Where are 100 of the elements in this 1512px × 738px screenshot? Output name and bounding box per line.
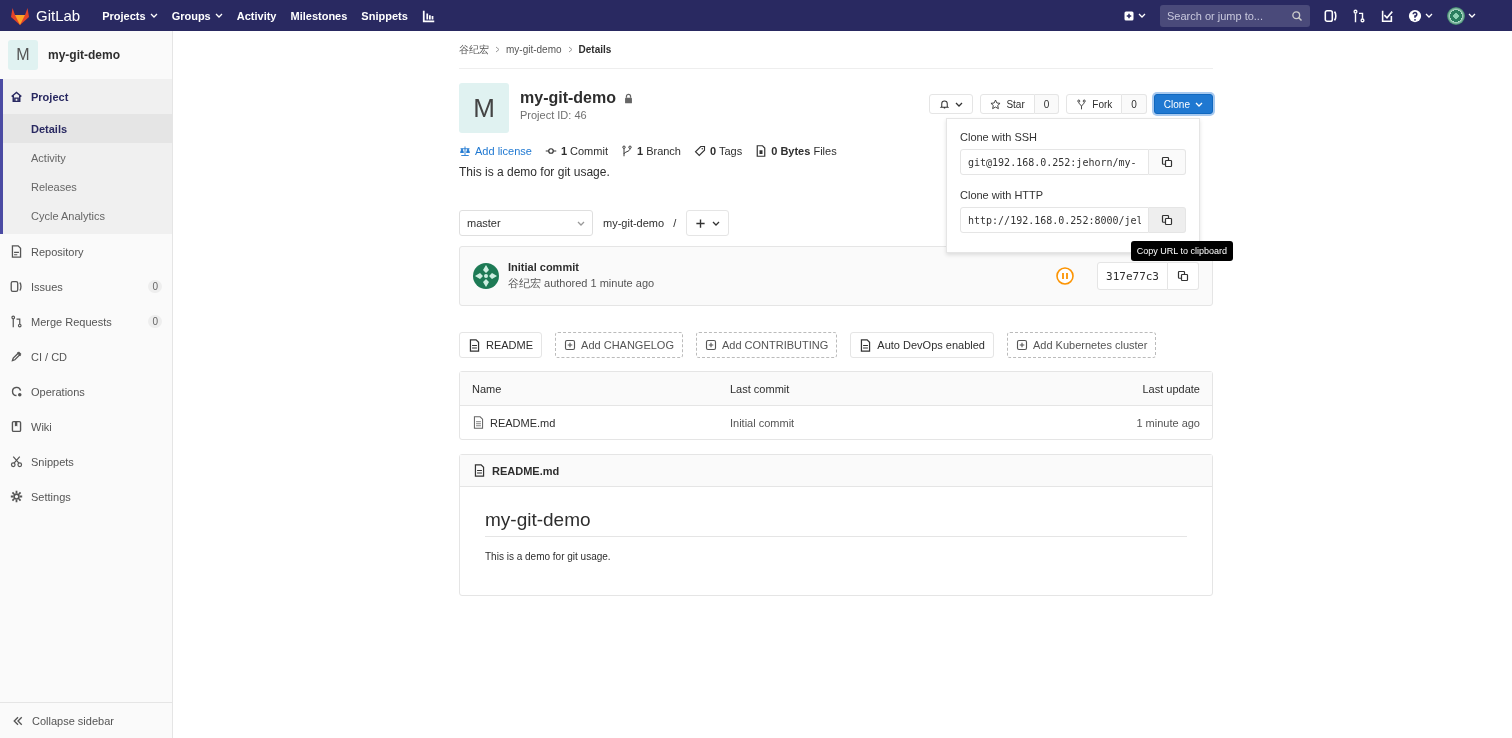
breadcrumb-link[interactable]: my-git-demo xyxy=(506,44,562,55)
breadcrumb-link[interactable]: Details xyxy=(578,44,612,55)
commit-title[interactable]: Initial commit xyxy=(508,261,655,273)
add-file-button[interactable]: Add CONTRIBUTING xyxy=(696,332,838,358)
sidebar-subitem[interactable]: Activity xyxy=(3,143,172,172)
copy-icon xyxy=(1161,214,1173,226)
document-icon xyxy=(468,338,481,352)
bell-icon xyxy=(939,98,951,110)
caret-icon xyxy=(712,220,721,226)
notification-button[interactable] xyxy=(929,94,974,114)
nav-link[interactable]: Activity xyxy=(236,9,277,22)
sidebar-subitem[interactable]: Releases xyxy=(3,172,172,201)
add-menu-button[interactable] xyxy=(686,210,730,236)
nav-link[interactable]: Milestones xyxy=(290,9,348,22)
plus-box-icon xyxy=(1016,339,1028,351)
copy-sha-button[interactable] xyxy=(1168,262,1199,290)
sidebar-item[interactable]: Project xyxy=(3,79,172,114)
issues-icon xyxy=(10,280,23,293)
file-link[interactable]: README.md xyxy=(472,416,730,429)
chevron-icon xyxy=(567,46,573,53)
clone-button[interactable]: Clone xyxy=(1153,94,1213,114)
sidebar-subitem[interactable]: Details xyxy=(3,114,172,143)
sidebar-item[interactable]: CI / CD xyxy=(0,339,172,374)
sidebar-subitem[interactable]: Cycle Analytics xyxy=(3,201,172,230)
gear-icon xyxy=(10,490,23,503)
brand-name[interactable]: GitLab xyxy=(36,7,81,24)
project-name[interactable]: my-git-demo xyxy=(48,48,120,62)
breadcrumb-link[interactable]: 谷纪宏 xyxy=(459,42,489,57)
branch-select[interactable]: master xyxy=(459,210,593,236)
fork-button[interactable]: Fork xyxy=(1066,94,1123,114)
collapse-sidebar-button[interactable]: Collapse sidebar xyxy=(0,702,172,738)
table-cell-text: 1 minute ago xyxy=(1135,416,1200,429)
search-field[interactable]: Search or jump to... xyxy=(1160,4,1310,27)
chevron-icon xyxy=(495,46,500,53)
sidebar-item[interactable]: Repository xyxy=(0,234,172,269)
plus-square-icon xyxy=(1123,9,1135,22)
book-icon xyxy=(10,420,23,433)
fork-count[interactable]: 0 xyxy=(1122,94,1147,114)
star-count[interactable]: 0 xyxy=(1034,94,1060,114)
double-chevron-icon xyxy=(12,714,24,727)
caret-icon xyxy=(1468,13,1476,18)
repo-path-link[interactable]: my-git-demo xyxy=(603,217,665,229)
caret-icon xyxy=(577,220,585,226)
copy-http-button[interactable] xyxy=(1149,207,1186,233)
commit-sha[interactable]: 317e77c3 xyxy=(1097,262,1168,290)
file-shortcut-button[interactable]: Auto DevOps enabled xyxy=(850,332,994,358)
caret-icon xyxy=(955,101,964,107)
sidebar-item[interactable]: Operations xyxy=(0,374,172,409)
caret-icon xyxy=(1195,101,1203,107)
plus-box-icon xyxy=(564,339,577,351)
star-button[interactable]: Star xyxy=(980,94,1035,114)
merge-request-icon xyxy=(1352,8,1366,23)
clone-ssh-label: Clone with SSH xyxy=(960,131,1039,143)
add-file-button[interactable]: Add Kubernetes cluster xyxy=(1007,332,1157,358)
stat-link[interactable]: 1 Commit xyxy=(560,145,608,157)
chart-icon xyxy=(421,8,436,23)
caret-icon xyxy=(1425,13,1433,18)
issues-icon xyxy=(1324,8,1338,23)
nav-link[interactable]: Snippets xyxy=(361,9,408,22)
clone-http-label: Clone with HTTP xyxy=(960,189,1045,201)
column-header: Last commit xyxy=(730,382,791,395)
scale-icon xyxy=(459,145,471,157)
stat-link[interactable]: 0 Tags xyxy=(710,145,743,157)
project-description: This is a demo for git usage. xyxy=(459,165,610,179)
nav-link[interactable]: Projects xyxy=(102,9,158,22)
search-icon xyxy=(1291,9,1303,22)
add-license-link[interactable]: Add license xyxy=(475,145,532,157)
sidebar-item[interactable]: Merge Requests 0 xyxy=(0,304,172,339)
tooltip: Copy URL to clipboard xyxy=(1130,241,1233,261)
help-menu-button[interactable] xyxy=(1408,8,1433,23)
document-icon xyxy=(473,464,486,477)
readme-filename: README.md xyxy=(492,464,560,477)
commit-meta: 谷纪宏 authored 1 minute ago xyxy=(508,276,655,291)
file-icon xyxy=(472,416,485,429)
house-icon xyxy=(10,90,23,103)
column-header: Last update xyxy=(1141,382,1200,395)
http-url-field[interactable]: http://192.168.0.252:8000/jel xyxy=(960,207,1149,233)
project-avatar[interactable]: M xyxy=(8,40,38,70)
plus-box-icon xyxy=(705,339,717,351)
copy-ssh-button[interactable] xyxy=(1149,149,1186,175)
nav-link[interactable]: Groups xyxy=(171,9,223,22)
ssh-url-field[interactable]: git@192.168.0.252:jehorn/my- xyxy=(960,149,1149,175)
plus-icon xyxy=(695,217,707,229)
count-badge: 0 xyxy=(148,280,162,293)
commit-message-link[interactable]: Initial commit xyxy=(730,416,1040,429)
file-shortcut-button[interactable]: README xyxy=(459,332,543,358)
project-id: Project ID: 46 xyxy=(520,109,588,121)
sidebar-item[interactable]: Wiki xyxy=(0,409,172,444)
fox-logo[interactable] xyxy=(10,6,30,25)
stat-link[interactable]: 1 Branch xyxy=(636,145,681,157)
new-menu-button[interactable] xyxy=(1123,9,1146,22)
sidebar-item[interactable]: Settings xyxy=(0,479,172,514)
caret-icon xyxy=(214,13,223,18)
stat-link[interactable]: 0 Bytes Files xyxy=(771,145,837,157)
sidebar-item[interactable]: Issues 0 xyxy=(0,269,172,304)
sidebar-item[interactable]: Snippets xyxy=(0,444,172,479)
user-menu-button[interactable] xyxy=(1447,6,1476,25)
user-avatar xyxy=(1447,6,1465,25)
add-file-button[interactable]: Add CHANGELOG xyxy=(555,332,683,358)
path-separator: / xyxy=(673,217,677,229)
